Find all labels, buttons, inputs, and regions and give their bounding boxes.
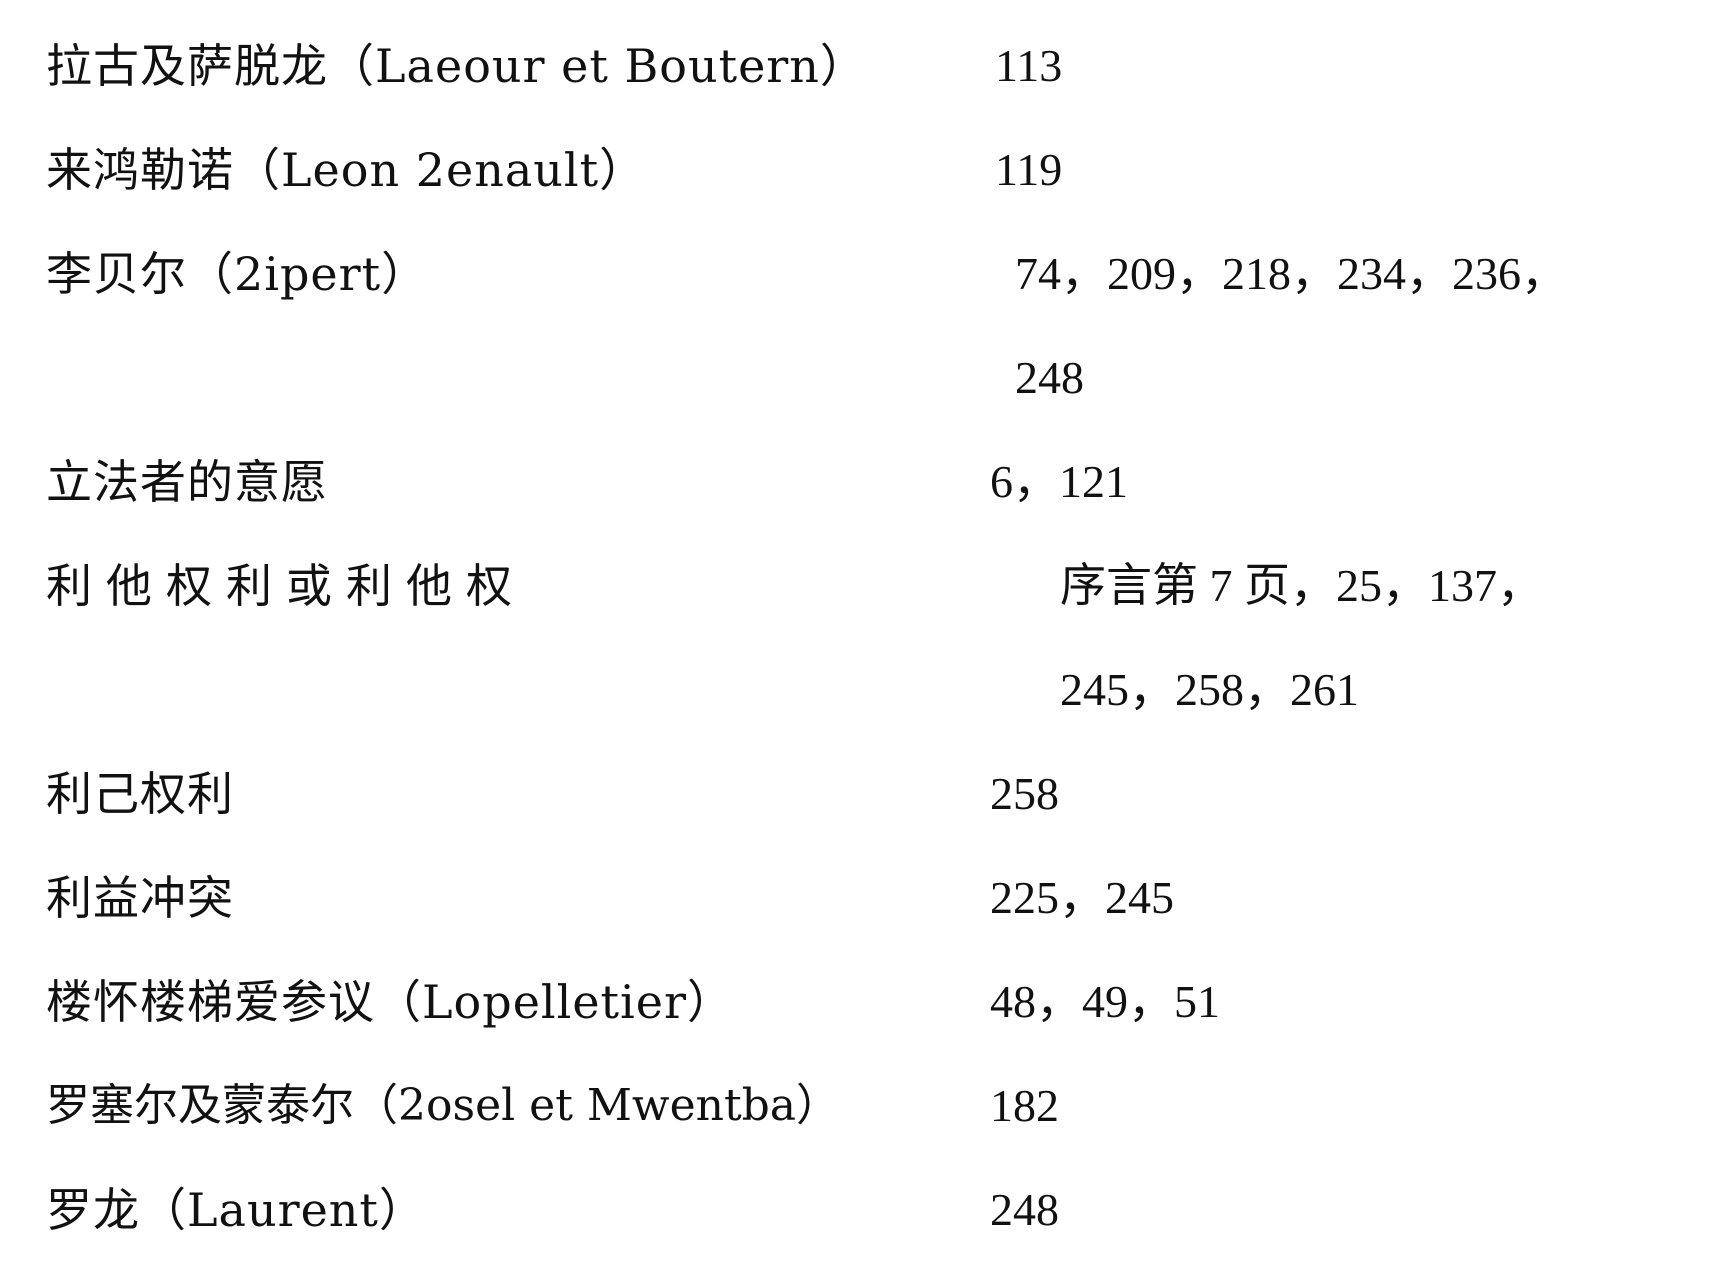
index-page: 拉古及萨脱龙（Laeour et Boutern） 113 来鸿勒诺（Leon … (0, 0, 1736, 1272)
index-entry: 罗塞尔及蒙泰尔（2osel et Mwentba） 182 (0, 1054, 1736, 1158)
index-entry: 罗龙（Laurent） 248 (0, 1158, 1736, 1262)
index-term: 利己权利 (46, 767, 234, 821)
index-term: 来鸿勒诺（Leon 2enault） (46, 143, 647, 197)
index-page-numbers: 225，245 (990, 872, 1174, 923)
index-page-numbers: 6，121 (990, 456, 1128, 507)
index-entry: 李贝尔（2ipert） 74，209，218，234，236， 248 (0, 222, 1736, 430)
index-page-numbers: 248 (990, 1184, 1059, 1235)
index-page-numbers-continued: 248 (1015, 352, 1084, 403)
index-term: 立法者的意愿 (46, 455, 328, 509)
index-page-numbers: 序言第 7 页，25，137， (1060, 560, 1543, 611)
index-term: 利他权利或利他权 (46, 559, 526, 613)
index-term: 楼怀楼梯爱参议（Lopelletier） (46, 975, 734, 1029)
index-entry: 来鸿勒诺（Leon 2enault） 119 (0, 118, 1736, 222)
index-page-numbers: 258 (990, 768, 1059, 819)
index-term: 李贝尔（2ipert） (46, 247, 429, 301)
index-term: 利益冲突 (46, 871, 234, 925)
index-page-numbers: 119 (995, 144, 1063, 195)
index-page-numbers: 182 (990, 1080, 1059, 1131)
index-entry: 拉古及萨脱龙（Laeour et Boutern） 113 (0, 14, 1736, 118)
index-entry: 利益冲突 225，245 (0, 846, 1736, 950)
index-term: 罗龙（Laurent） (46, 1183, 426, 1237)
index-entry: 利己权利 258 (0, 742, 1736, 846)
index-page-numbers: 74，209，218，234，236， (1015, 248, 1567, 299)
index-page-numbers: 48，49，51 (990, 976, 1220, 1027)
index-entry: 利他权利或利他权 序言第 7 页，25，137， 245，258，261 (0, 534, 1736, 742)
index-entry: 立法者的意愿 6，121 (0, 430, 1736, 534)
index-term: 罗塞尔及蒙泰尔（2osel et Mwentba） (46, 1080, 841, 1131)
index-page-numbers-continued: 245，258，261 (1060, 664, 1359, 715)
index-term: 拉古及萨脱龙（Laeour et Boutern） (46, 39, 867, 93)
index-page-numbers: 113 (995, 40, 1063, 91)
index-entry: 楼怀楼梯爱参议（Lopelletier） 48，49，51 (0, 950, 1736, 1054)
